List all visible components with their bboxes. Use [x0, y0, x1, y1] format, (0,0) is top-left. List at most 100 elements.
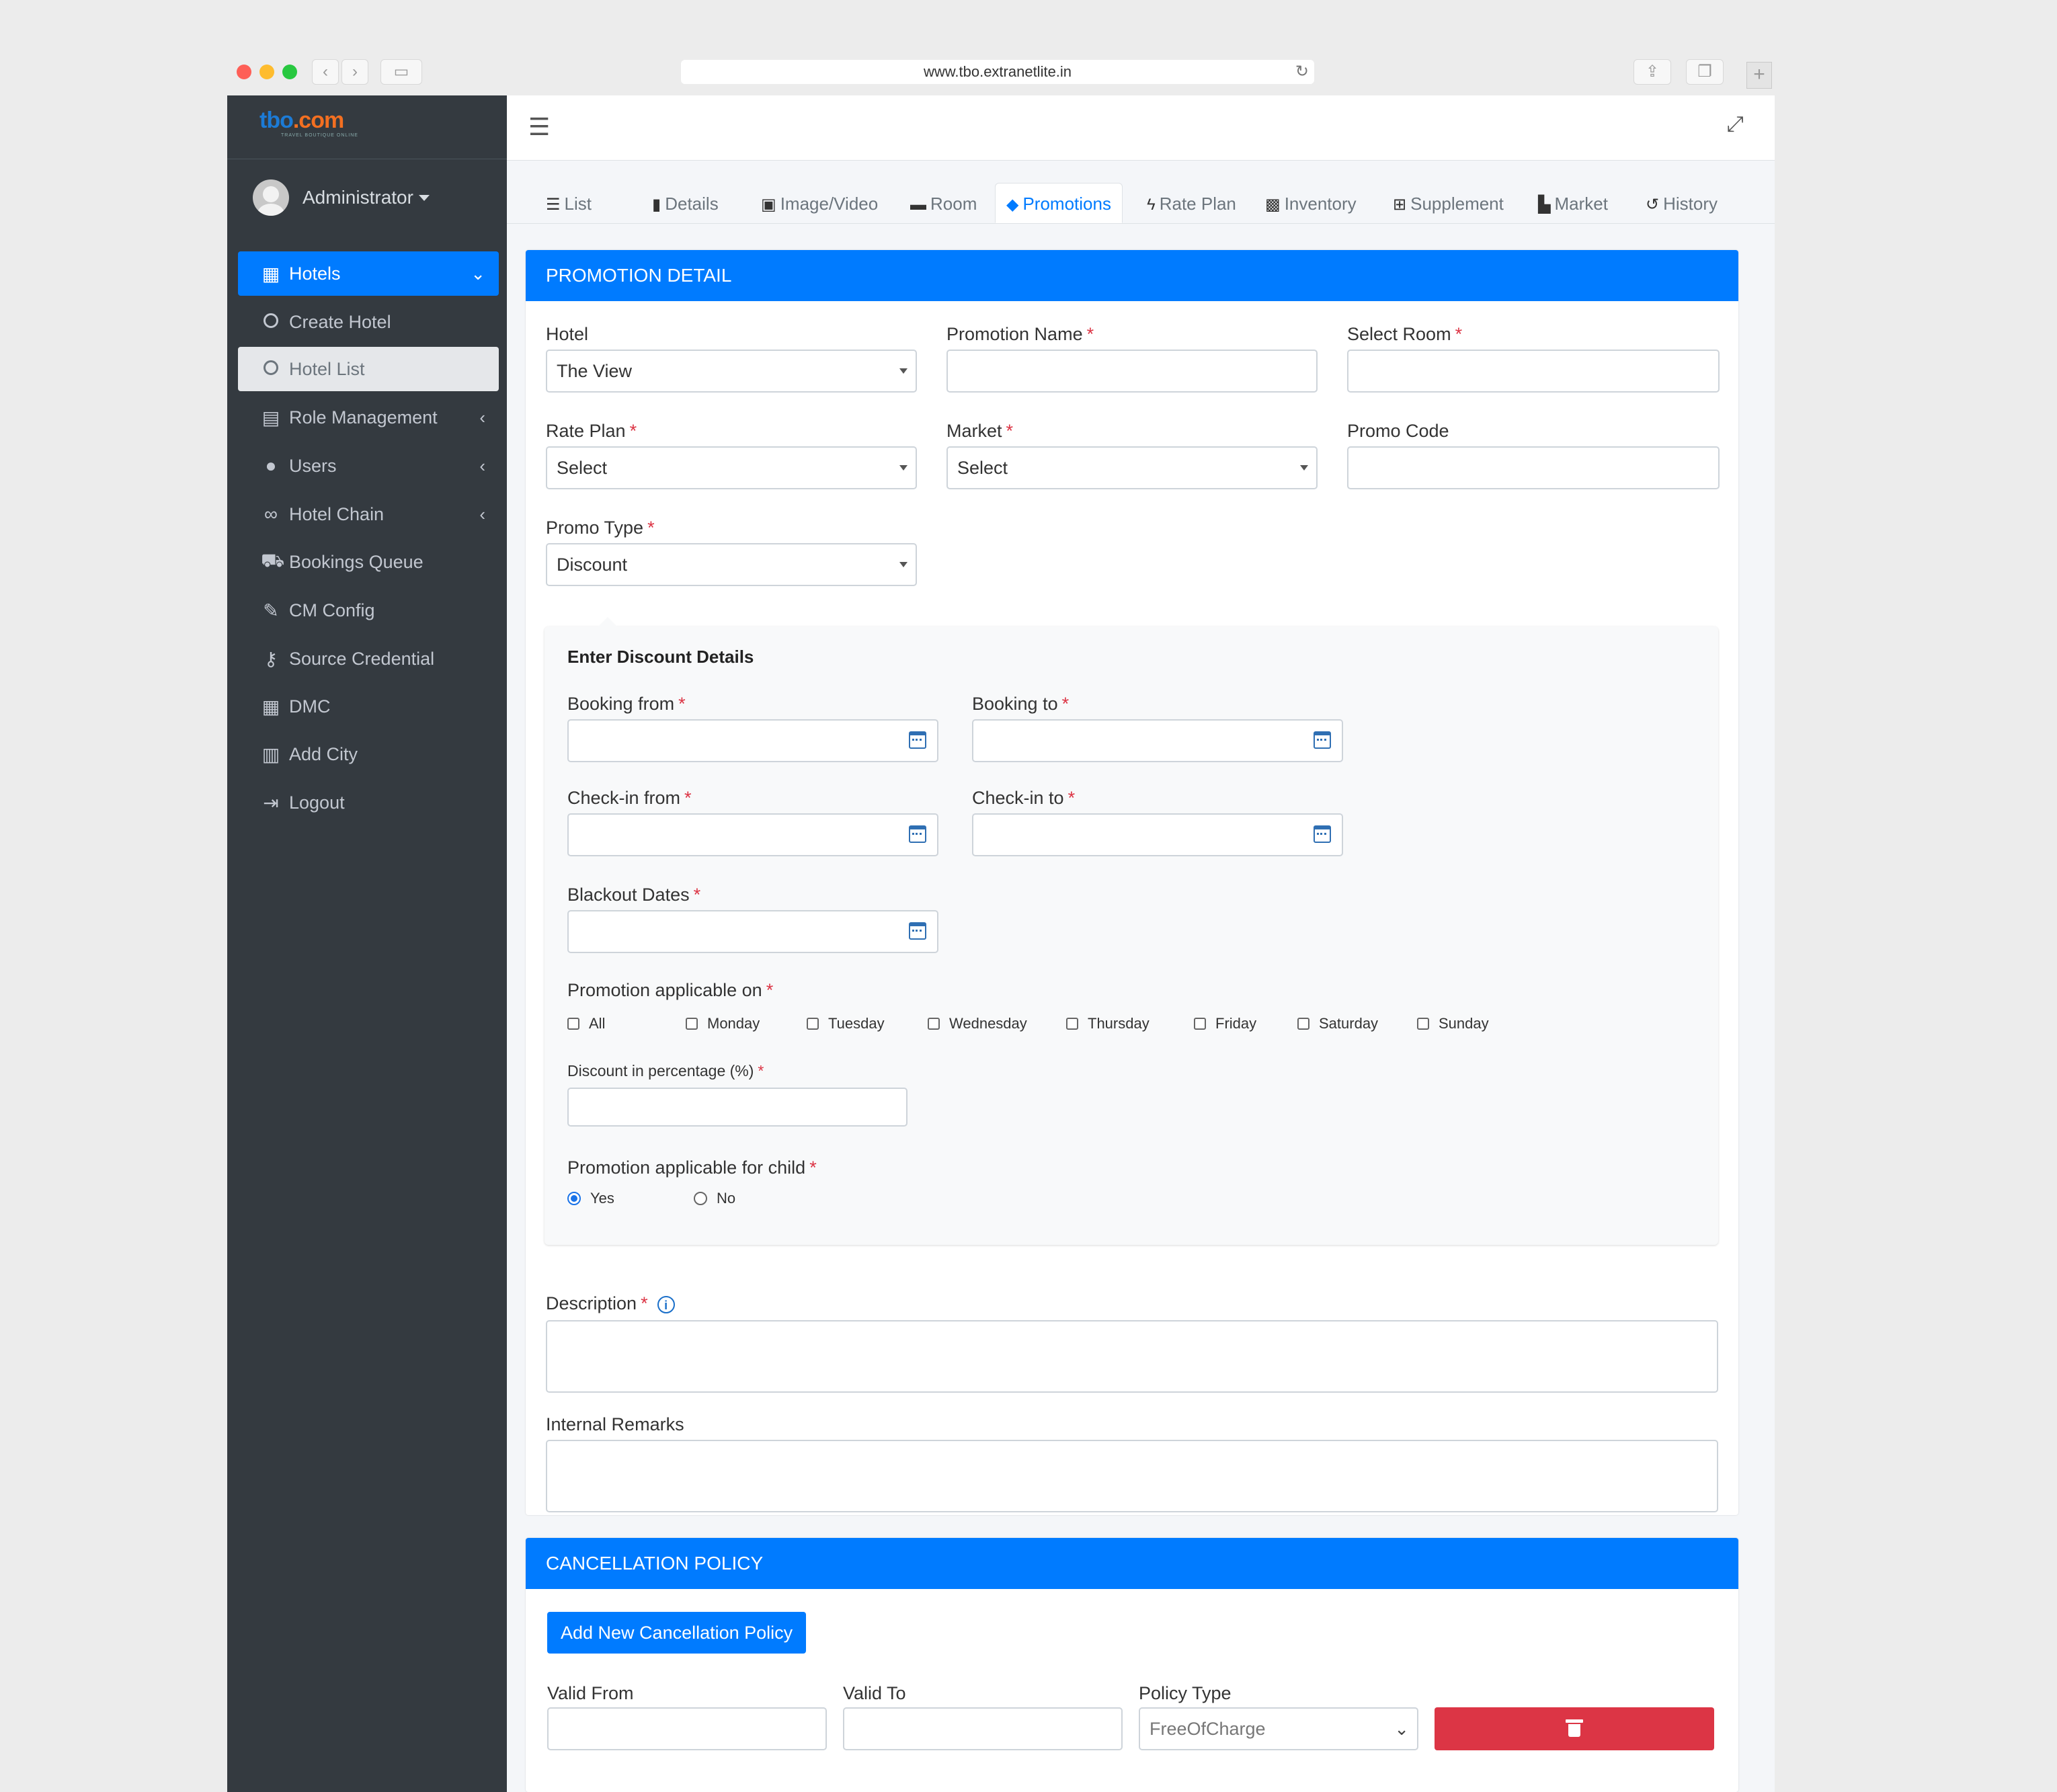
checkin-from-input[interactable]	[567, 813, 938, 856]
sidebar-item-add-city[interactable]: ▥ Add City	[238, 732, 499, 776]
rate-plan-select[interactable]: Select	[546, 446, 917, 489]
sidebar-item-label: Bookings Queue	[289, 551, 424, 572]
tab-promotions[interactable]: ◆ Promotions	[995, 183, 1123, 223]
child-yes-radio[interactable]: Yes	[567, 1190, 614, 1207]
policy-type-label: Policy Type	[1139, 1683, 1232, 1703]
market-label: Market *	[946, 421, 1014, 441]
tab-inventory[interactable]: ▩ Inventory	[1265, 186, 1357, 222]
internal-remarks-textarea[interactable]	[546, 1440, 1718, 1512]
sidebar-item-label: Logout	[289, 792, 345, 813]
sidebar-item-hotel-list[interactable]: Hotel List	[238, 347, 499, 391]
calendar-icon[interactable]	[1314, 731, 1331, 749]
circle-icon	[261, 358, 281, 380]
sidebar-item-label: Users	[289, 455, 337, 476]
box-icon: ▩	[1265, 196, 1281, 214]
calendar-icon[interactable]	[1314, 825, 1331, 843]
day-checkbox-all[interactable]: All	[567, 1015, 605, 1032]
promotion-name-input[interactable]	[946, 350, 1318, 393]
building-icon: ▦	[261, 263, 280, 284]
top-navbar: ☰ ⤢	[507, 95, 1775, 161]
description-textarea[interactable]	[546, 1320, 1718, 1393]
tab-details[interactable]: ▮ Details	[652, 186, 719, 222]
browser-window: ‹ › ▭ www.tbo.extranetlite.in ↻ ⇪ ❐ + tb…	[227, 55, 1775, 1792]
fullscreen-icon[interactable]: ⤢	[1726, 112, 1744, 137]
day-checkbox-wednesday[interactable]: Wednesday	[928, 1015, 1027, 1032]
address-bar[interactable]: www.tbo.extranetlite.in ↻	[681, 60, 1314, 84]
reload-icon[interactable]: ↻	[1295, 60, 1309, 84]
key-icon: ⚷	[264, 648, 278, 669]
sidebar-item-users[interactable]: ● Users ‹	[238, 444, 499, 488]
minimize-window-button[interactable]	[259, 65, 274, 79]
promo-type-select[interactable]: Discount	[546, 543, 917, 586]
booking-to-input[interactable]	[972, 719, 1343, 762]
back-button[interactable]: ‹	[312, 59, 339, 85]
calendar-icon[interactable]	[909, 731, 926, 749]
valid-from-input[interactable]	[547, 1707, 827, 1750]
policy-type-select[interactable]: FreeOfCharge ⌄	[1139, 1707, 1418, 1750]
tab-label: Image/Video	[780, 194, 879, 214]
sidebar-item-label: Role Management	[289, 407, 438, 427]
calendar-icon[interactable]	[909, 922, 926, 940]
user-icon: ●	[265, 455, 277, 476]
cart-icon: ⛟	[261, 550, 285, 571]
tab-rate-plan[interactable]: ϟ Rate Plan	[1147, 186, 1236, 222]
select-room-input[interactable]	[1347, 350, 1720, 393]
brand-logo[interactable]: tbo.com	[259, 108, 344, 134]
list-icon: ☰	[546, 196, 561, 214]
card-header: CANCELLATION POLICY	[526, 1538, 1738, 1589]
info-icon[interactable]: i	[657, 1295, 675, 1313]
discount-percentage-input[interactable]	[567, 1088, 908, 1127]
hamburger-menu-icon[interactable]: ☰	[528, 113, 550, 141]
logo-dot-com: .com	[292, 108, 344, 133]
hotel-select[interactable]: The View	[546, 350, 917, 393]
sidebar-item-logout[interactable]: ⇥ Logout	[238, 780, 499, 825]
sidebar-item-label: Create Hotel	[289, 311, 391, 332]
calendar-icon[interactable]	[909, 825, 926, 843]
user-menu[interactable]: Administrator	[253, 179, 430, 216]
day-checkbox-thursday[interactable]: Thursday	[1066, 1015, 1150, 1032]
sidebar-item-hotels[interactable]: ▦ Hotels ⌄	[238, 251, 499, 296]
tab-history[interactable]: ↺ History	[1646, 186, 1718, 222]
blackout-dates-input[interactable]	[567, 910, 938, 953]
image-icon: ▣	[761, 196, 776, 214]
sidebar-item-create-hotel[interactable]: Create Hotel	[238, 300, 499, 344]
sidebar-item-cm-config[interactable]: ✎ CM Config	[238, 588, 499, 633]
tab-image-video[interactable]: ▣ Image/Video	[761, 186, 878, 222]
sidebar-item-source-credential[interactable]: ⚷ Source Credential	[238, 637, 499, 681]
close-window-button[interactable]	[237, 65, 251, 79]
promo-code-input[interactable]	[1347, 446, 1720, 489]
sidebar-toggle-icon[interactable]: ▭	[380, 59, 422, 85]
sidebar-item-role-management[interactable]: ▤ Role Management ‹	[238, 395, 499, 440]
tab-supplement[interactable]: ⊞ Supplement	[1393, 186, 1504, 222]
tab-list[interactable]: ☰ List	[546, 186, 592, 222]
day-checkbox-tuesday[interactable]: Tuesday	[807, 1015, 885, 1032]
sidebar-item-hotel-chain[interactable]: ∞ Hotel Chain ‹	[238, 492, 499, 536]
cancellation-policy-card: CANCELLATION POLICY Add New Cancellation…	[526, 1538, 1738, 1792]
rate-plan-select-value: Select	[557, 458, 608, 478]
rate-plan-label: Rate Plan *	[546, 421, 637, 441]
radio-label: Yes	[590, 1190, 614, 1207]
tabs-overview-icon[interactable]: ❐	[1686, 59, 1724, 85]
day-checkbox-sunday[interactable]: Sunday	[1417, 1015, 1489, 1032]
forward-button[interactable]: ›	[341, 59, 368, 85]
tab-market[interactable]: ▙ Market	[1538, 186, 1608, 222]
day-checkbox-friday[interactable]: Friday	[1194, 1015, 1256, 1032]
checkin-to-input[interactable]	[972, 813, 1343, 856]
radio-label: No	[717, 1190, 736, 1207]
add-cancellation-policy-button[interactable]: Add New Cancellation Policy	[547, 1612, 807, 1654]
share-icon[interactable]: ⇪	[1634, 59, 1671, 85]
booking-from-input[interactable]	[567, 719, 938, 762]
child-no-radio[interactable]: No	[694, 1190, 735, 1207]
market-select[interactable]: Select	[946, 446, 1318, 489]
new-tab-button[interactable]: +	[1746, 62, 1772, 89]
day-checkbox-saturday[interactable]: Saturday	[1297, 1015, 1378, 1032]
valid-from-label: Valid From	[547, 1683, 634, 1703]
tab-room[interactable]: ▬ Room	[910, 186, 977, 222]
discount-percentage-label: Discount in percentage (%) *	[567, 1062, 764, 1080]
delete-policy-button[interactable]	[1435, 1707, 1714, 1750]
sidebar-item-bookings-queue[interactable]: ⛟ Bookings Queue	[238, 540, 499, 584]
maximize-window-button[interactable]	[282, 65, 297, 79]
sidebar-item-dmc[interactable]: ▦ DMC	[238, 684, 499, 729]
valid-to-input[interactable]	[843, 1707, 1123, 1750]
day-checkbox-monday[interactable]: Monday	[686, 1015, 760, 1032]
